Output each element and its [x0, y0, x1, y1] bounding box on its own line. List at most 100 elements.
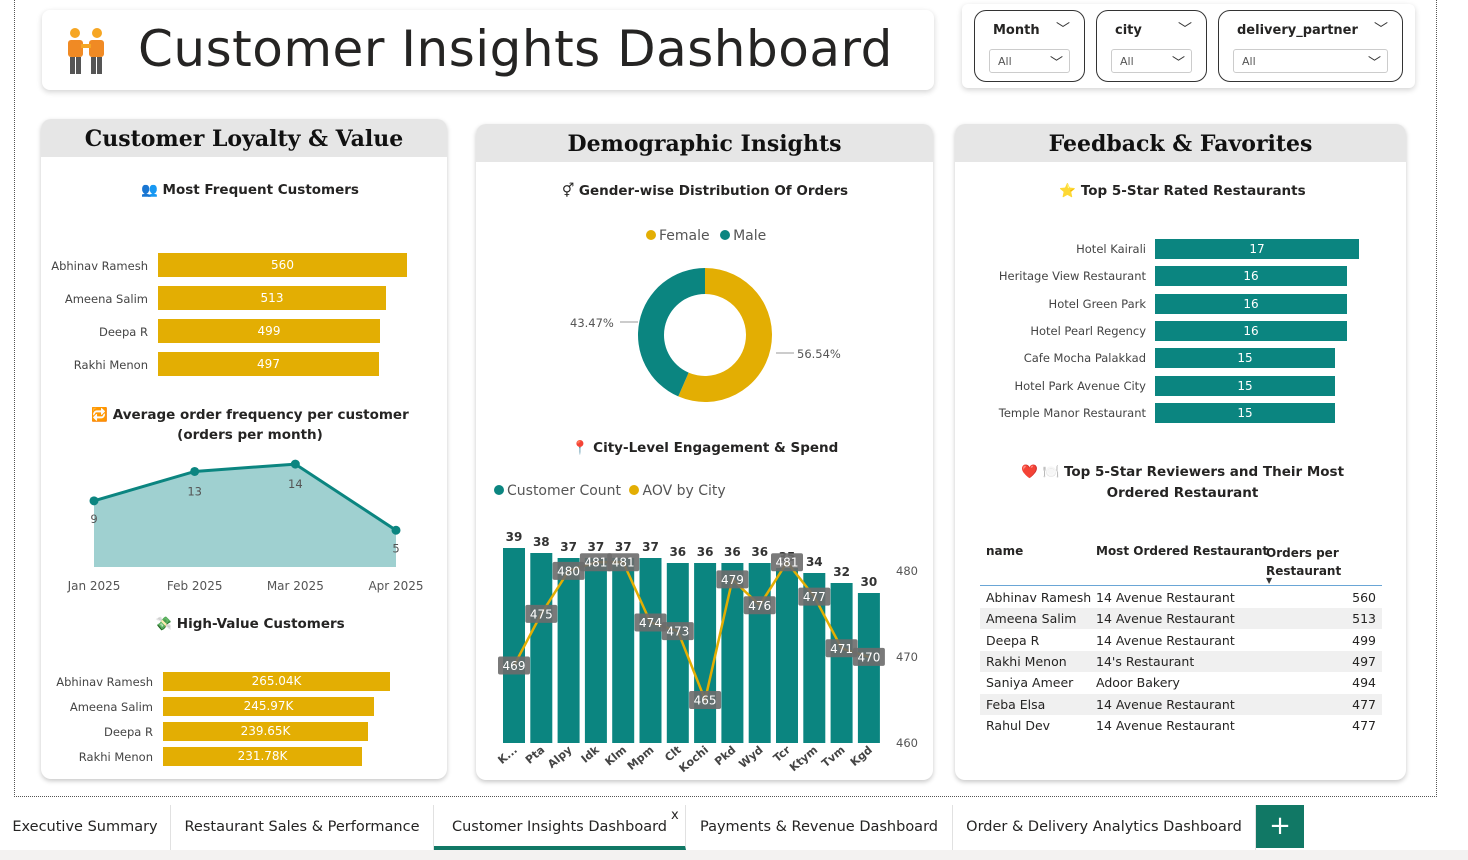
table-header-orders[interactable]: Orders per Restaurant	[1266, 544, 1356, 580]
male-legend-swatch	[720, 230, 731, 240]
high-value-customer-bar[interactable]: 231.78K	[163, 747, 362, 766]
high-value-customer-bar[interactable]: 265.04K	[163, 672, 390, 691]
top-restaurant-bar[interactable]: 16	[1155, 293, 1347, 314]
city-tick-label: Idk	[579, 743, 603, 766]
city-count-bar[interactable]	[557, 558, 580, 743]
orders-per-restaurant: 497	[1352, 653, 1376, 669]
area-point[interactable]	[190, 466, 200, 476]
city-slicer[interactable]: city ﹀ All ﹀	[1096, 10, 1207, 82]
chevron-down-icon[interactable]: ﹀	[1056, 19, 1070, 39]
table-header-restaurant[interactable]: Most Ordered Restaurant	[1096, 544, 1268, 558]
top-restaurant-bar[interactable]: 16	[1155, 266, 1347, 287]
reviewer-name: Rahul Dev	[986, 717, 1051, 733]
aov-data-label: 475	[530, 607, 553, 621]
aov-data-label: 469	[503, 659, 526, 673]
table-row[interactable]: Saniya Ameer Adoor Bakery 494	[980, 672, 1382, 693]
frequent-customer-bar[interactable]: 513	[158, 286, 386, 310]
city-count-bar[interactable]	[503, 548, 525, 743]
top-restaurant-label: Cafe Mocha Palakkad	[1023, 351, 1146, 366]
chevron-down-icon[interactable]: ﹀	[1368, 52, 1381, 71]
chevron-down-icon[interactable]: ﹀	[1050, 52, 1063, 71]
gender-donut-chart[interactable]: 43.47% 56.54%	[560, 262, 860, 412]
table-row[interactable]: Abhinav Ramesh 14 Avenue Restaurant 560	[980, 587, 1382, 608]
top-restaurants-title: ⭐ Top 5-Star Rated Restaurants	[1059, 183, 1306, 199]
city-count-bar[interactable]	[694, 563, 717, 743]
high-value-customer-bar[interactable]: 245.97K	[163, 697, 374, 716]
x-tick-label: Apr 2025	[368, 579, 423, 593]
top-restaurant-label: Hotel Green Park	[1048, 296, 1146, 311]
reviewer-name: Abhinav Ramesh	[986, 590, 1092, 605]
tab-payments-revenue[interactable]: Payments & Revenue Dashboard	[686, 805, 953, 850]
city-tick-label: Ktym	[787, 743, 820, 774]
delivery-partner-dropdown[interactable]: All ﹀	[1233, 49, 1388, 73]
frequent-customer-bar[interactable]: 499	[158, 319, 380, 343]
demographic-heading: Demographic Insights	[476, 124, 933, 162]
top-restaurant-bar[interactable]: 17	[1155, 239, 1359, 259]
area-point[interactable]	[290, 459, 300, 469]
table-row[interactable]: Feba Elsa 14 Avenue Restaurant 477	[980, 693, 1382, 715]
order-frequency-chart[interactable]: 9 Jan 2025 13 Feb 2025 14 Mar 2025 5 Apr 2025	[41, 455, 447, 600]
city-count-bar[interactable]	[776, 568, 798, 743]
gender-distribution-title: ⚥ Gender-wise Distribution Of Orders	[561, 183, 849, 199]
tab-restaurant-sales[interactable]: Restaurant Sales & Performance	[171, 805, 434, 850]
top-restaurant-label: Hotel Park Avenue City	[1014, 378, 1146, 393]
close-tab-icon[interactable]: x	[671, 807, 679, 825]
city-tick-label: Tvm	[819, 743, 847, 770]
city-count-bar[interactable]	[857, 593, 880, 743]
y2-tick-label: 460	[896, 736, 918, 750]
page-title: Customer Insights Dashboard	[138, 20, 893, 78]
sort-descending-icon[interactable]: ▼	[1266, 576, 1272, 585]
area-point[interactable]	[391, 525, 401, 535]
high-value-customer-label: Rakhi Menon	[78, 750, 153, 764]
top-restaurant-bar[interactable]: 15	[1155, 375, 1335, 396]
month-slicer[interactable]: Month ﹀ All ﹀	[974, 10, 1085, 82]
tab-order-delivery[interactable]: Order & Delivery Analytics Dashboard	[953, 805, 1256, 850]
table-row[interactable]: Rakhi Menon 14's Restaurant 497	[980, 650, 1382, 672]
page-tabs: Executive Summary Restaurant Sales & Per…	[0, 805, 1468, 850]
table-header-name[interactable]: name	[986, 544, 1023, 558]
city-count-bar[interactable]	[748, 563, 771, 743]
top-restaurant-bar[interactable]: 16	[1155, 320, 1347, 341]
female-legend-label: Female	[659, 228, 710, 244]
frequent-customer-bar[interactable]: 497	[158, 352, 379, 376]
city-dropdown[interactable]: All ﹀	[1111, 49, 1192, 73]
city-value: All	[1120, 55, 1134, 68]
male-pct-label: 43.47%	[570, 316, 614, 330]
high-value-customer-bar[interactable]: 239.65K	[163, 722, 368, 741]
x-tick-label: Feb 2025	[167, 579, 223, 593]
tab-executive-summary[interactable]: Executive Summary	[0, 805, 171, 850]
delivery-partner-slicer[interactable]: delivery_partner ﹀ All ﹀	[1218, 10, 1403, 82]
city-count-bar[interactable]	[639, 558, 662, 743]
table-row[interactable]: Ameena Salim 14 Avenue Restaurant 513	[980, 608, 1382, 630]
city-count-bar[interactable]	[584, 558, 607, 743]
area-point[interactable]	[89, 496, 99, 506]
area-data-label: 13	[187, 484, 202, 498]
frequent-customer-bar[interactable]: 560	[158, 253, 407, 277]
reviewer-name: Ameena Salim	[986, 611, 1077, 627]
city-tick-label: Wyd	[736, 743, 765, 770]
high-value-customer-label: Deepa R	[104, 725, 153, 739]
city-count-bar[interactable]	[721, 563, 744, 743]
reviewer-name: Saniya Ameer	[986, 675, 1074, 691]
chevron-down-icon[interactable]: ﹀	[1178, 19, 1192, 39]
month-dropdown[interactable]: All ﹀	[989, 49, 1070, 73]
orders-per-restaurant: 513	[1352, 611, 1376, 627]
city-count-bar[interactable]	[830, 583, 853, 743]
table-row[interactable]: Deepa R 14 Avenue Restaurant 499	[980, 630, 1382, 651]
top-restaurant-bar[interactable]: 15	[1155, 348, 1335, 369]
aov-data-label: 477	[803, 590, 826, 604]
table-row[interactable]: Rahul Dev 14 Avenue Restaurant 477	[980, 715, 1382, 736]
city-engagement-chart[interactable]: 39K...38Pta37Alpy37Idk37Klm37Mpm36Clt36K…	[476, 505, 933, 775]
chevron-down-icon[interactable]: ﹀	[1172, 52, 1185, 71]
chevron-down-icon[interactable]: ﹀	[1374, 19, 1388, 39]
city-count-bar[interactable]	[530, 553, 553, 743]
top-restaurant-bar[interactable]: 15	[1155, 402, 1335, 423]
tab-customer-insights[interactable]: Customer Insights Dashboard	[434, 805, 686, 850]
female-legend-swatch	[646, 230, 656, 240]
city-count-bar[interactable]	[612, 558, 635, 743]
city-count-label: 37	[560, 540, 577, 554]
city-slicer-label: city	[1115, 23, 1142, 38]
add-page-button[interactable]: +	[1256, 805, 1304, 848]
frequent-customer-label: Abhinav Ramesh	[51, 259, 148, 273]
month-slicer-label: Month	[993, 23, 1040, 38]
